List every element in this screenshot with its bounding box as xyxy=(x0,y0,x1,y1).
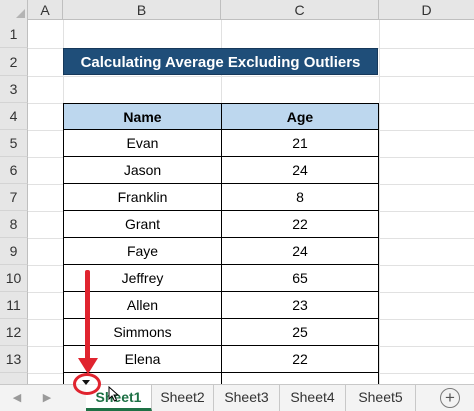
gridline xyxy=(28,76,474,77)
table-cell-name[interactable]: Faye xyxy=(63,238,222,265)
tab-sheet2[interactable]: Sheet2 xyxy=(152,385,214,411)
table-cell-name[interactable]: Franklin xyxy=(63,184,222,211)
table-cell-name[interactable]: Evan xyxy=(63,130,222,157)
row-header-9[interactable]: 9 xyxy=(0,238,28,265)
table-cell-age[interactable]: 21 xyxy=(221,130,379,157)
row-header-1[interactable]: 1 xyxy=(0,20,28,48)
row-header-4[interactable]: 4 xyxy=(0,103,28,130)
row-header-11[interactable]: 11 xyxy=(0,292,28,319)
table-cell-age-partial[interactable] xyxy=(221,373,379,384)
sheet-tab-bar: ◀ ▶ Sheet1 Sheet2 Sheet3 Sheet4 Sheet5 + xyxy=(0,384,474,411)
red-arrow-head xyxy=(78,358,98,374)
row-header-10[interactable]: 10 xyxy=(0,265,28,292)
row-header-6[interactable]: 6 xyxy=(0,157,28,184)
worksheet: A B C D 1 2 3 4 5 6 7 8 9 10 11 12 13 Ca… xyxy=(0,0,474,384)
tab-sheet5[interactable]: Sheet5 xyxy=(346,385,416,411)
column-header-a[interactable]: A xyxy=(28,0,63,20)
column-header-b[interactable]: B xyxy=(63,0,221,20)
table-cell-age[interactable]: 22 xyxy=(221,211,379,238)
title-banner[interactable]: Calculating Average Excluding Outliers xyxy=(63,48,378,75)
row-header-13[interactable]: 13 xyxy=(0,346,28,373)
row-header-8[interactable]: 8 xyxy=(0,211,28,238)
table-cell-age[interactable]: 24 xyxy=(221,238,379,265)
select-all-corner-icon[interactable] xyxy=(0,0,28,20)
dropdown-arrow-icon[interactable] xyxy=(82,380,90,385)
table-header-name[interactable]: Name xyxy=(63,103,222,130)
tab-scroll-right-icon[interactable]: ▶ xyxy=(40,391,54,405)
table-header-age[interactable]: Age xyxy=(221,103,379,130)
table-cell-age[interactable]: 65 xyxy=(221,265,379,292)
tab-sheet3[interactable]: Sheet3 xyxy=(214,385,280,411)
table-cell-age[interactable]: 23 xyxy=(221,292,379,319)
table-cell-name[interactable]: Jason xyxy=(63,157,222,184)
row-header-12[interactable]: 12 xyxy=(0,319,28,346)
row-header-7[interactable]: 7 xyxy=(0,184,28,211)
table-cell-age[interactable]: 22 xyxy=(221,346,379,373)
row-header-14[interactable] xyxy=(0,373,28,384)
row-header-2[interactable]: 2 xyxy=(0,48,28,76)
column-header-row: A B C D xyxy=(0,0,474,20)
gridline xyxy=(379,20,380,384)
tab-scroll-left-icon[interactable]: ◀ xyxy=(10,391,24,405)
column-header-c[interactable]: C xyxy=(221,0,379,20)
row-header-3[interactable]: 3 xyxy=(0,76,28,103)
table-cell-age[interactable]: 24 xyxy=(221,157,379,184)
row-header-5[interactable]: 5 xyxy=(0,130,28,157)
column-header-d[interactable]: D xyxy=(379,0,474,20)
tab-sheet4[interactable]: Sheet4 xyxy=(280,385,346,411)
add-sheet-icon[interactable]: + xyxy=(440,388,460,408)
mouse-cursor-icon xyxy=(108,386,120,402)
table-cell-name[interactable]: Grant xyxy=(63,211,222,238)
red-arrow-annotation xyxy=(85,270,90,363)
table-cell-age[interactable]: 8 xyxy=(221,184,379,211)
table-cell-age[interactable]: 25 xyxy=(221,319,379,346)
